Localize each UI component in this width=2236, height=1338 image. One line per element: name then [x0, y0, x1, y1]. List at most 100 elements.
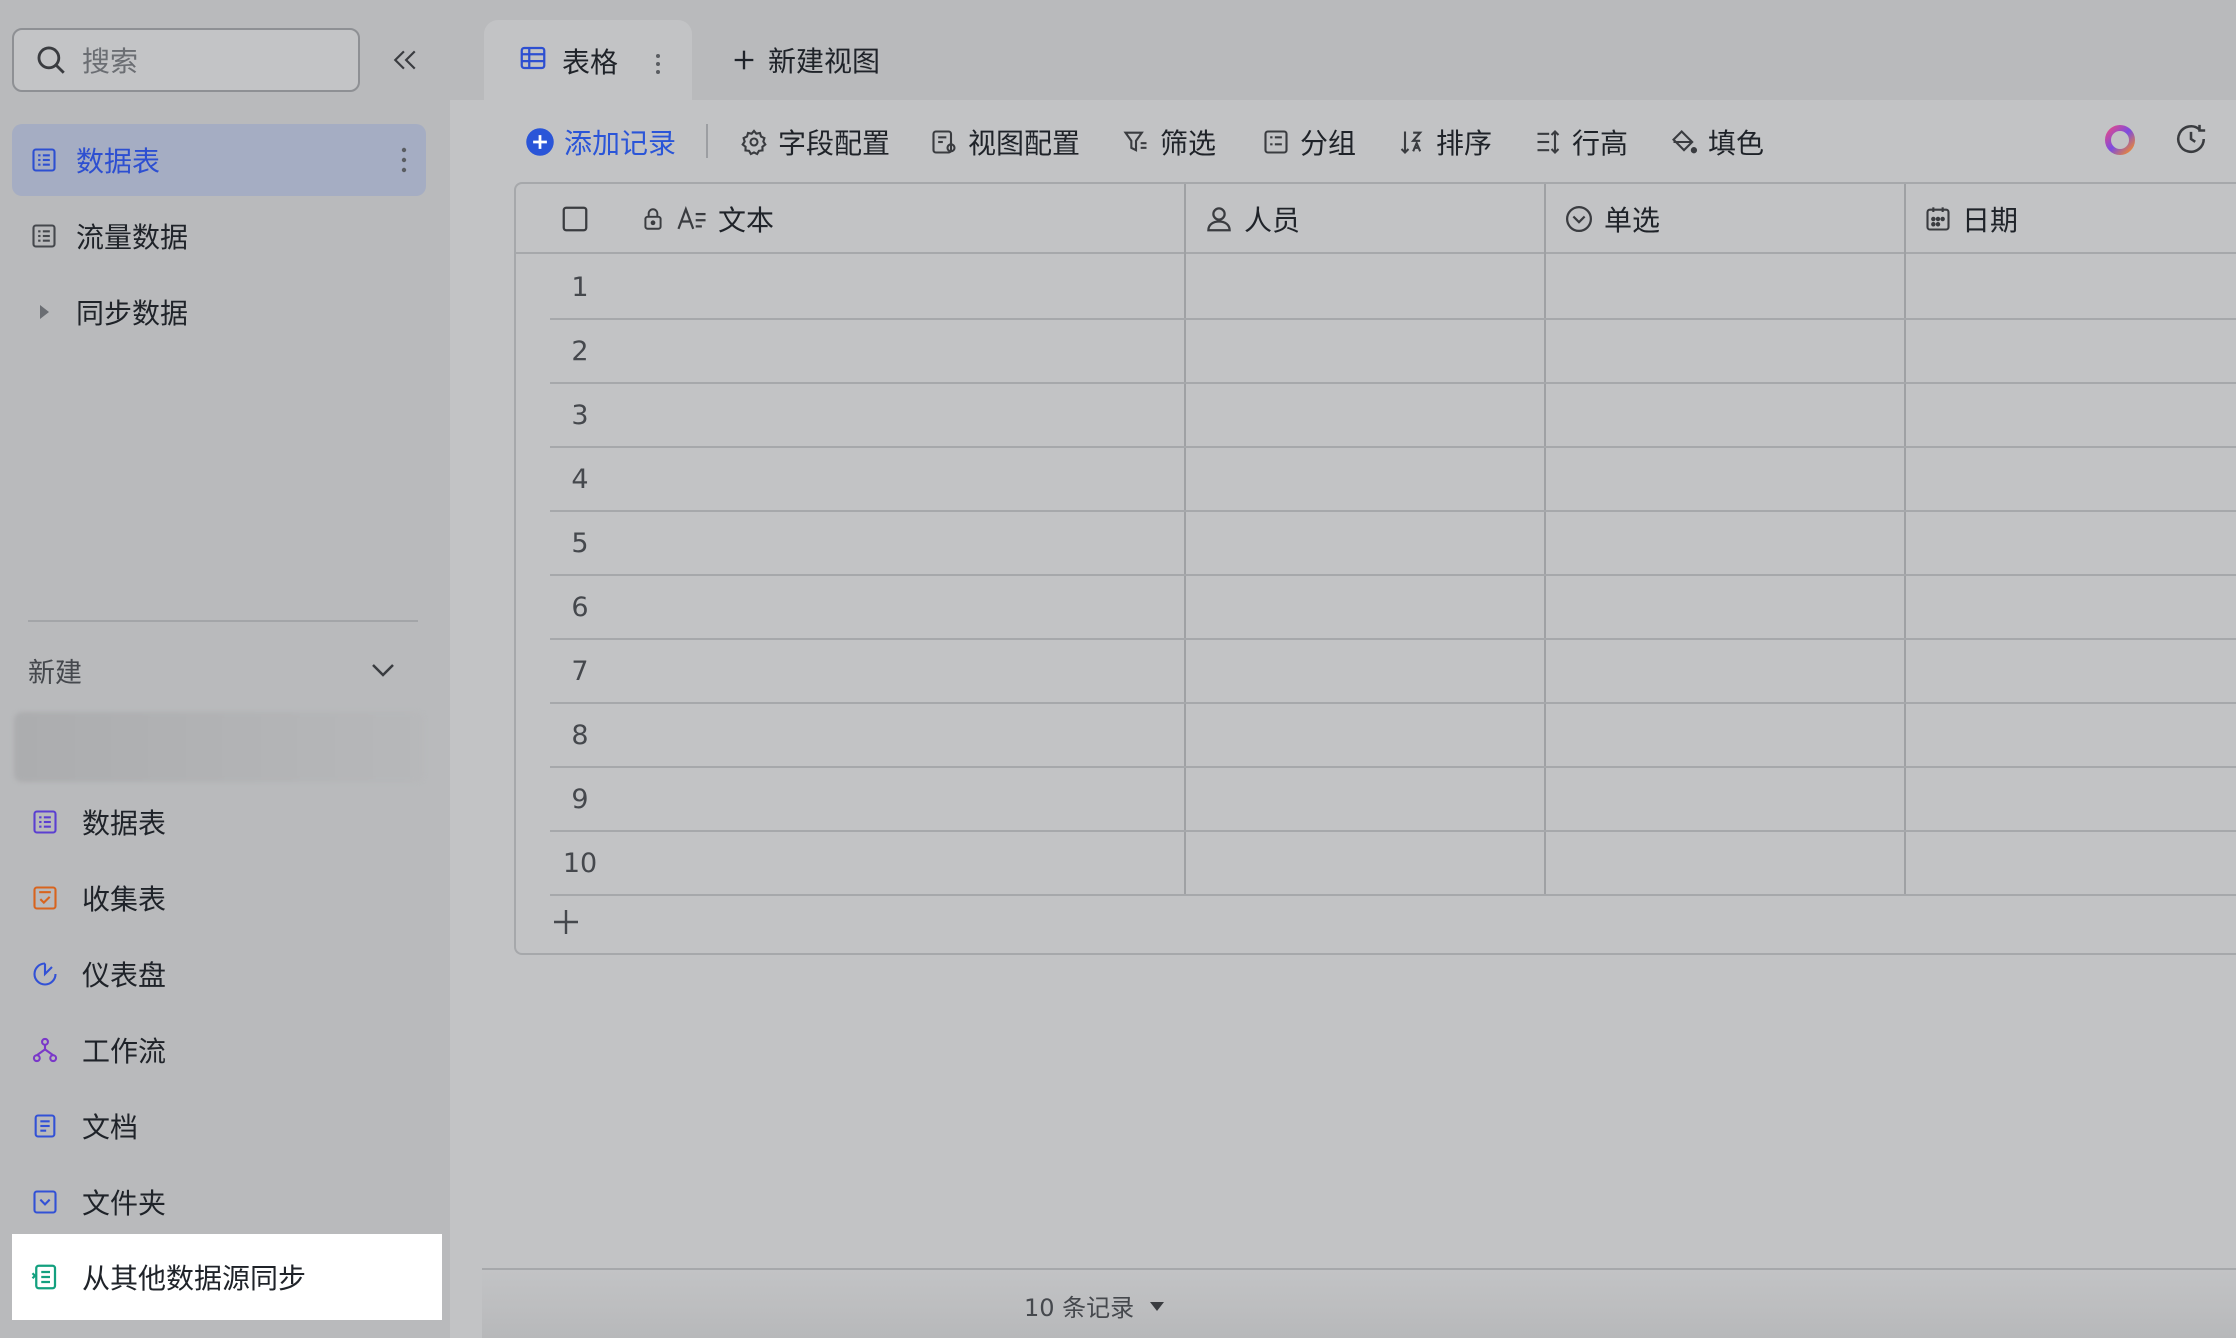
- tab-label: 表格: [562, 46, 619, 79]
- row-height-label: 行高: [1572, 127, 1629, 160]
- create-item-label: 数据表: [82, 807, 167, 840]
- field-config-button[interactable]: 字段配置: [738, 122, 890, 162]
- create-item-label: 收集表: [82, 883, 167, 916]
- add-record-label: 添加记录: [564, 127, 677, 160]
- sidebar-item-data-table[interactable]: 数据表: [12, 124, 426, 196]
- table-row[interactable]: 8: [550, 704, 2236, 768]
- row-number: 1: [571, 272, 589, 303]
- row-number: 9: [571, 784, 589, 815]
- history-icon[interactable]: [2174, 122, 2208, 162]
- sidebar-item-sync-data[interactable]: 同步数据: [12, 276, 426, 348]
- search-input[interactable]: 搜索: [12, 28, 360, 92]
- sidebar-item-label: 数据表: [76, 145, 161, 178]
- more-vertical-icon[interactable]: [654, 50, 662, 83]
- column-label: 日期: [1962, 204, 2019, 237]
- view-settings-icon: [928, 126, 960, 158]
- sort-label: 排序: [1436, 127, 1493, 160]
- status-footer: 10 条记录: [482, 1268, 2236, 1338]
- ai-assistant-icon[interactable]: [2102, 122, 2138, 162]
- folder-icon: [28, 1185, 62, 1219]
- add-row-icon[interactable]: [550, 906, 584, 940]
- workflow-icon: [28, 1033, 62, 1067]
- row-height-icon: [1532, 126, 1564, 158]
- sync-item-label: 从其他数据源同步: [82, 1262, 307, 1295]
- create-item-label: 仪表盘: [82, 959, 167, 992]
- table-row[interactable]: 4: [550, 448, 2236, 512]
- select-all-checkbox[interactable]: [560, 184, 590, 254]
- view-config-button[interactable]: 视图配置: [928, 122, 1080, 162]
- table-row[interactable]: 6: [550, 576, 2236, 640]
- caret-down-icon: [1150, 1301, 1165, 1311]
- tab-grid-view[interactable]: 表格: [484, 20, 692, 102]
- calendar-icon: [1926, 207, 1950, 231]
- gear-icon: [738, 126, 770, 158]
- data-grid: 文本 人员 单选 日期 1 2 3 4 5 6 7 8 9 10: [514, 182, 2236, 955]
- main-panel: 表格 新建视图 添加记录 字段配置 视图配置 筛选 分组 排序 行高 填色 文本…: [450, 0, 2236, 1338]
- new-section-header[interactable]: 新建: [28, 648, 398, 692]
- form-icon: [28, 881, 62, 915]
- document-icon: [28, 1109, 62, 1143]
- row-height-button[interactable]: 行高: [1532, 122, 1628, 162]
- sort-button[interactable]: 排序: [1396, 122, 1492, 162]
- row-number: 2: [571, 336, 589, 367]
- table-icon: [28, 144, 60, 176]
- group-button[interactable]: 分组: [1260, 122, 1356, 162]
- column-header-single-select[interactable]: 单选: [1564, 184, 1660, 254]
- chevron-down-icon[interactable]: [368, 655, 398, 685]
- row-number: 7: [571, 656, 589, 687]
- create-document[interactable]: 文档: [28, 1098, 428, 1154]
- paint-bucket-icon: [1668, 126, 1700, 158]
- column-header-person[interactable]: 人员: [1204, 184, 1300, 254]
- create-data-table[interactable]: 数据表: [28, 794, 428, 850]
- add-record-button[interactable]: 添加记录: [524, 122, 676, 162]
- column-header-text[interactable]: 文本: [640, 184, 774, 254]
- sync-source-icon: [28, 1260, 62, 1294]
- table-row[interactable]: 2: [550, 320, 2236, 384]
- create-folder[interactable]: 文件夹: [28, 1174, 428, 1230]
- create-item-label: 文档: [82, 1111, 139, 1144]
- grid-view-icon: [518, 43, 548, 80]
- create-form[interactable]: 收集表: [28, 870, 428, 926]
- caret-right-icon[interactable]: [28, 296, 60, 328]
- column-label: 人员: [1244, 204, 1301, 237]
- table-header: 文本 人员 单选 日期: [516, 184, 2236, 254]
- create-workflow[interactable]: 工作流: [28, 1022, 428, 1078]
- record-count-dropdown[interactable]: 10 条记录: [1024, 1288, 1166, 1323]
- single-select-icon: [1566, 206, 1592, 232]
- column-label: 文本: [718, 204, 775, 237]
- sort-icon: [1396, 126, 1428, 158]
- new-section-label: 新建: [28, 657, 82, 689]
- sync-from-other-source[interactable]: 从其他数据源同步: [12, 1234, 442, 1320]
- row-number: 8: [571, 720, 589, 751]
- filter-button[interactable]: 筛选: [1120, 122, 1216, 162]
- table-row[interactable]: 10: [550, 832, 2236, 896]
- row-number: 10: [562, 848, 598, 879]
- table-row[interactable]: 3: [550, 384, 2236, 448]
- create-item-label: 文件夹: [82, 1187, 167, 1220]
- plus-circle-icon: [524, 126, 556, 158]
- new-view-button[interactable]: 新建视图: [730, 38, 880, 82]
- sidebar-divider: [28, 620, 418, 622]
- blurred-item: [14, 712, 424, 782]
- person-icon: [1207, 207, 1231, 232]
- more-vertical-icon[interactable]: [400, 146, 408, 181]
- fill-color-button[interactable]: 填色: [1668, 122, 1764, 162]
- group-label: 分组: [1300, 127, 1357, 160]
- collapse-sidebar-icon[interactable]: [385, 40, 425, 80]
- group-icon: [1260, 126, 1292, 158]
- sidebar-item-label: 同步数据: [76, 297, 189, 330]
- table-icon: [28, 805, 62, 839]
- row-number: 3: [571, 400, 589, 431]
- field-config-label: 字段配置: [778, 127, 891, 160]
- record-count: 10 条记录: [1024, 1294, 1135, 1322]
- column-header-date[interactable]: 日期: [1924, 184, 2018, 254]
- table-row[interactable]: 7: [550, 640, 2236, 704]
- table-row[interactable]: 9: [550, 768, 2236, 832]
- table-row[interactable]: 5: [550, 512, 2236, 576]
- fill-color-label: 填色: [1708, 127, 1765, 160]
- sidebar-item-traffic-data[interactable]: 流量数据: [12, 200, 426, 272]
- create-dashboard[interactable]: 仪表盘: [28, 946, 428, 1002]
- table-row[interactable]: 1: [550, 256, 2236, 320]
- text-field-icon: [677, 205, 706, 230]
- view-config-label: 视图配置: [968, 127, 1081, 160]
